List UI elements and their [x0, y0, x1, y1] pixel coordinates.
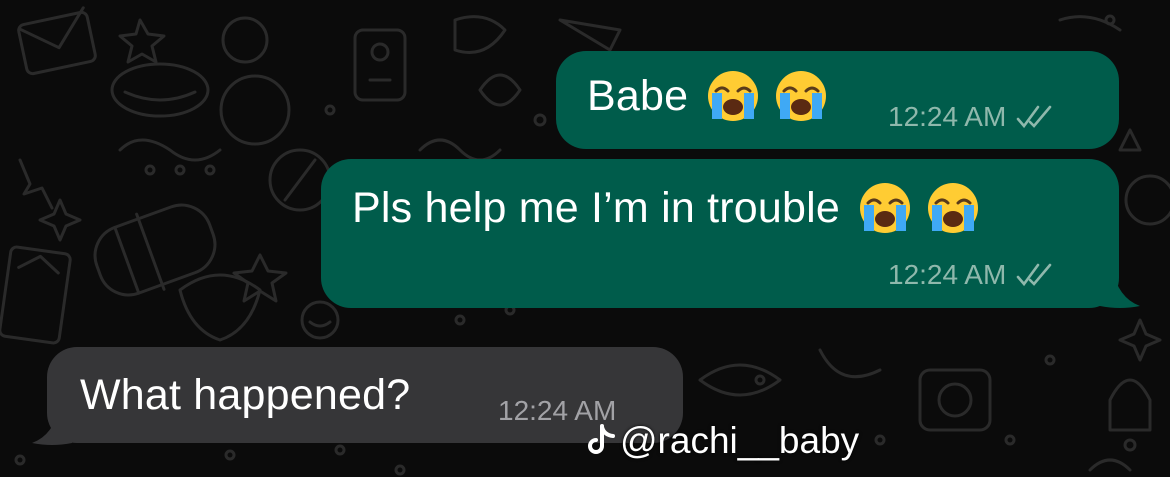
message-time: 12:24 AM	[888, 101, 1007, 132]
message-text-row: What happened?	[80, 371, 410, 420]
tiktok-icon	[588, 424, 615, 454]
outgoing-message-bubble[interactable]: Pls help me I’m in trouble 12:24 AM	[321, 159, 1119, 308]
message-text: What happened?	[80, 371, 411, 419]
double-check-read-icon	[1017, 105, 1052, 129]
message-text: Pls help me I’m in trouble	[352, 183, 840, 232]
message-meta: 12:24 AM	[888, 101, 1056, 133]
loudly-crying-face-emoji-icon	[708, 71, 759, 121]
message-text-row: Babe	[587, 69, 828, 123]
message-meta: 12:24 AM	[888, 259, 1056, 291]
message-text-row: Pls help me I’m in trouble	[352, 181, 980, 235]
message-time: 12:24 AM	[888, 259, 1007, 290]
loudly-crying-face-emoji-icon	[776, 71, 827, 121]
outgoing-message-bubble[interactable]: Babe 12:24 AM	[556, 51, 1119, 149]
loudly-crying-face-emoji-icon	[859, 183, 910, 233]
watermark-handle: @rachi__baby	[620, 420, 860, 461]
loudly-crying-face-emoji-icon	[927, 183, 978, 233]
message-text: Babe	[587, 71, 689, 120]
outgoing-bubble-tail	[1100, 268, 1140, 308]
tiktok-watermark: @rachi__baby	[586, 420, 859, 462]
incoming-bubble-tail	[32, 405, 72, 445]
double-check-read-icon	[1017, 263, 1052, 287]
